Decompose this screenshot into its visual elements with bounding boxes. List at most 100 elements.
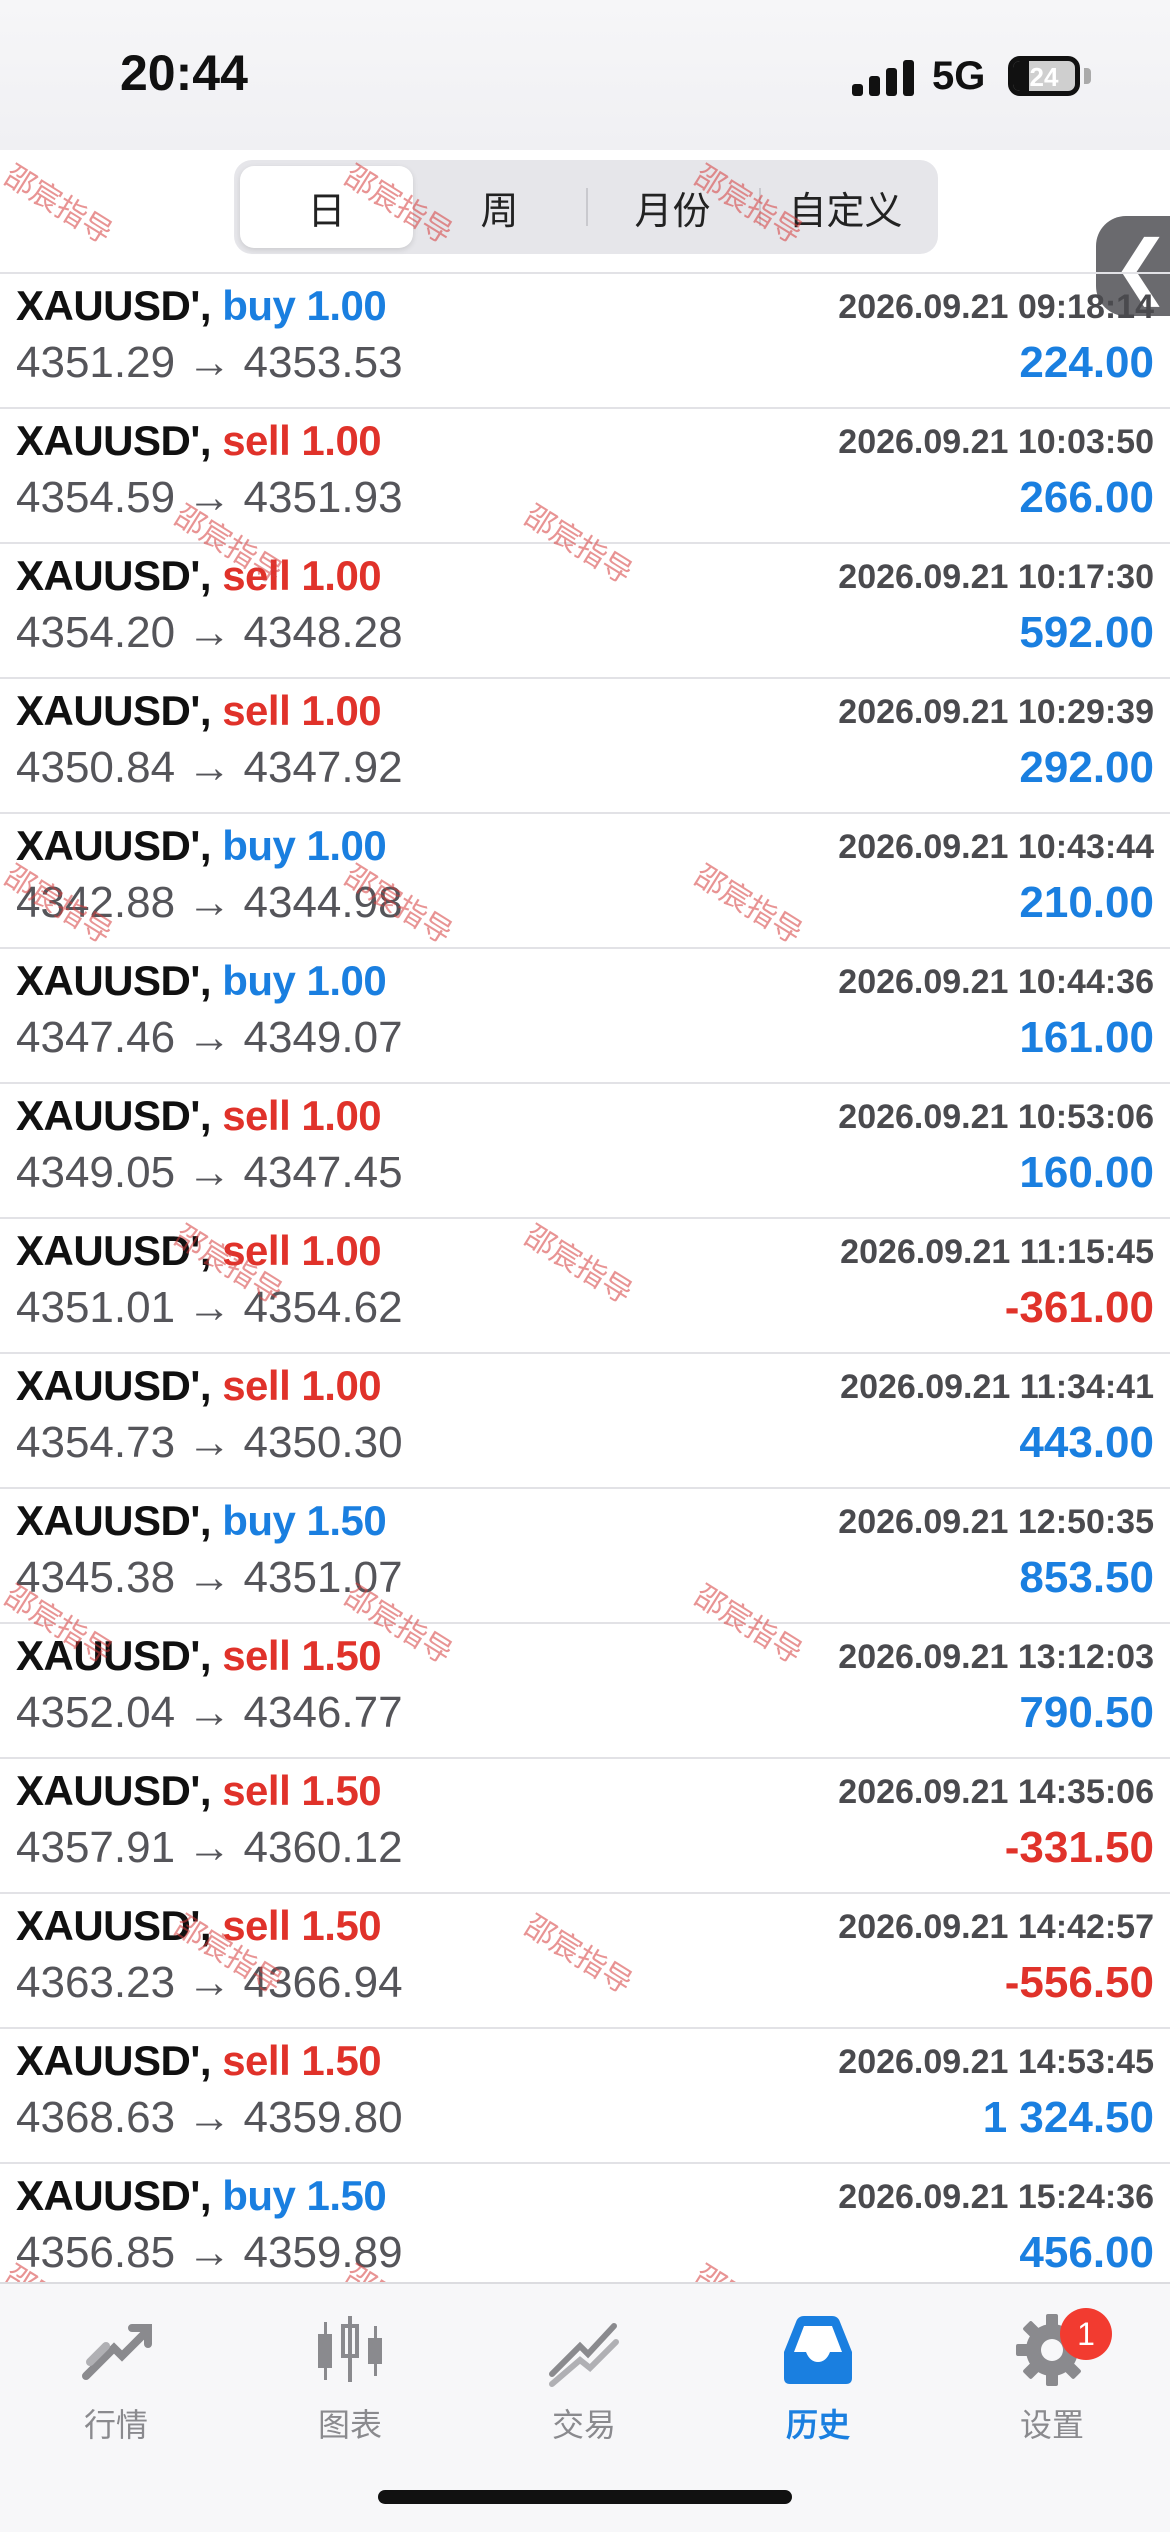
- order-symbol-line: XAUUSD', sell 1.00: [16, 417, 382, 465]
- order-side: buy: [222, 822, 296, 869]
- order-profit: 443.00: [1019, 1418, 1154, 1467]
- order-volume: 1.00: [306, 282, 387, 329]
- order-row[interactable]: XAUUSD', sell 1.50 2026.09.21 13:12:03 435…: [0, 1624, 1170, 1759]
- order-row[interactable]: XAUUSD', sell 1.50 2026.09.21 14:53:45 436…: [0, 2029, 1170, 2164]
- home-indicator[interactable]: [378, 2490, 792, 2504]
- battery-icon: 24: [1008, 56, 1080, 96]
- order-time: 2026.09.21 15:24:36: [838, 2178, 1154, 2216]
- order-profit: 160.00: [1019, 1148, 1154, 1197]
- order-symbol-line: XAUUSD', sell 1.50: [16, 1902, 382, 1950]
- order-side: sell: [222, 1362, 291, 1409]
- order-row[interactable]: XAUUSD', buy 1.00 2026.09.21 09:18:14 4351…: [0, 274, 1170, 409]
- order-row[interactable]: XAUUSD', sell 1.00 2026.09.21 10:17:30 435…: [0, 544, 1170, 679]
- order-volume: 1.50: [301, 2037, 382, 2084]
- order-symbol-line: XAUUSD', sell 1.00: [16, 552, 382, 600]
- network-type: 5G: [932, 54, 986, 98]
- order-symbol: XAUUSD',: [16, 957, 212, 1004]
- order-side: sell: [222, 687, 291, 734]
- order-symbol-line: XAUUSD', buy 1.00: [16, 282, 387, 330]
- battery-tip: [1084, 68, 1091, 84]
- order-symbol-line: XAUUSD', sell 1.00: [16, 1227, 382, 1275]
- nav-settings-label: 设置: [1019, 2407, 1084, 2443]
- order-prices: 4354.20 → 4348.28: [16, 608, 403, 657]
- order-symbol-line: XAUUSD', sell 1.00: [16, 1362, 382, 1410]
- order-profit: 456.00: [1019, 2228, 1154, 2277]
- tab-custom[interactable]: 自定义: [759, 166, 932, 248]
- order-volume: 1.00: [301, 1227, 382, 1274]
- order-side: buy: [222, 1497, 296, 1544]
- order-time: 2026.09.21 11:34:41: [840, 1368, 1154, 1406]
- order-row[interactable]: XAUUSD', sell 1.00 2026.09.21 10:29:39 435…: [0, 679, 1170, 814]
- cellular-signal-icon: [852, 58, 914, 96]
- order-prices: 4350.84 → 4347.92: [16, 743, 403, 792]
- order-prices: 4357.91 → 4360.12: [16, 1823, 403, 1872]
- nav-settings[interactable]: 1 设置: [972, 2304, 1132, 2444]
- order-symbol: XAUUSD',: [16, 1092, 212, 1139]
- order-side: sell: [222, 1902, 291, 1949]
- nav-trade-label: 交易: [551, 2407, 616, 2443]
- order-profit: -331.50: [1004, 1823, 1154, 1872]
- order-volume: 1.00: [301, 1362, 382, 1409]
- battery-level: 24: [1029, 62, 1059, 92]
- order-row[interactable]: XAUUSD', sell 1.50 2026.09.21 14:35:06 435…: [0, 1759, 1170, 1894]
- order-side: buy: [222, 2172, 296, 2219]
- order-row[interactable]: XAUUSD', sell 1.00 2026.09.21 10:53:06 434…: [0, 1084, 1170, 1219]
- order-row[interactable]: XAUUSD', sell 1.00 2026.09.21 11:15:45 435…: [0, 1219, 1170, 1354]
- order-time: 2026.09.21 10:03:50: [838, 423, 1154, 461]
- tab-week[interactable]: 周: [413, 166, 586, 248]
- order-volume: 1.50: [301, 1767, 382, 1814]
- nav-charts[interactable]: 图表: [270, 2304, 430, 2444]
- order-prices: 4354.59 → 4351.93: [16, 473, 403, 522]
- order-volume: 1.00: [301, 417, 382, 464]
- order-profit: 853.50: [1019, 1553, 1154, 1602]
- order-symbol-line: XAUUSD', sell 1.50: [16, 2037, 382, 2085]
- order-symbol-line: XAUUSD', buy 1.50: [16, 2172, 387, 2220]
- order-side: buy: [222, 957, 296, 1004]
- nav-charts-label: 图表: [317, 2407, 382, 2443]
- tab-month[interactable]: 月份: [586, 166, 759, 248]
- order-profit: -361.00: [1004, 1283, 1154, 1332]
- order-time: 2026.09.21 12:50:35: [838, 1503, 1154, 1541]
- nav-trade[interactable]: 交易: [504, 2304, 664, 2444]
- order-symbol-line: XAUUSD', sell 1.50: [16, 1632, 382, 1680]
- order-symbol: XAUUSD',: [16, 687, 212, 734]
- order-time: 2026.09.21 14:53:45: [838, 2043, 1154, 2081]
- order-profit: 161.00: [1019, 1013, 1154, 1062]
- order-symbol: XAUUSD',: [16, 1632, 212, 1679]
- notification-badge: 1: [1060, 2308, 1112, 2360]
- order-side: sell: [222, 2037, 291, 2084]
- tab-day[interactable]: 日: [240, 166, 413, 248]
- nav-quotes[interactable]: 行情: [36, 2304, 196, 2444]
- order-row[interactable]: XAUUSD', buy 1.00 2026.09.21 10:44:36 4347…: [0, 949, 1170, 1084]
- order-time: 2026.09.21 14:35:06: [838, 1773, 1154, 1811]
- order-symbol: XAUUSD',: [16, 2172, 212, 2219]
- order-row[interactable]: XAUUSD', sell 1.00 2026.09.21 10:03:50 435…: [0, 409, 1170, 544]
- order-side: buy: [222, 282, 296, 329]
- order-time: 2026.09.21 10:53:06: [838, 1098, 1154, 1136]
- order-time: 2026.09.21 10:29:39: [838, 693, 1154, 731]
- order-volume: 1.00: [306, 957, 387, 1004]
- nav-history[interactable]: 历史: [738, 2304, 898, 2444]
- order-symbol: XAUUSD',: [16, 552, 212, 599]
- watermark-text: 邵宸指导: [0, 158, 119, 252]
- order-time: 2026.09.21 13:12:03: [838, 1638, 1154, 1676]
- order-time: 2026.09.21 14:42:57: [838, 1908, 1154, 1946]
- order-volume: 1.00: [301, 552, 382, 599]
- order-symbol-line: XAUUSD', buy 1.00: [16, 957, 387, 1005]
- order-row[interactable]: XAUUSD', buy 1.50 2026.09.21 15:24:36 4356…: [0, 2164, 1170, 2299]
- order-symbol: XAUUSD',: [16, 822, 212, 869]
- order-profit: 592.00: [1019, 608, 1154, 657]
- nav-quotes-label: 行情: [83, 2407, 148, 2443]
- order-profit: 224.00: [1019, 338, 1154, 387]
- order-profit: 292.00: [1019, 743, 1154, 792]
- order-volume: 1.50: [306, 1497, 387, 1544]
- order-symbol-line: XAUUSD', sell 1.00: [16, 1092, 382, 1140]
- order-volume: 1.50: [301, 1632, 382, 1679]
- order-row[interactable]: XAUUSD', sell 1.50 2026.09.21 14:42:57 436…: [0, 1894, 1170, 2029]
- order-row[interactable]: XAUUSD', sell 1.00 2026.09.21 11:34:41 435…: [0, 1354, 1170, 1489]
- order-prices: 4349.05 → 4347.45: [16, 1148, 403, 1197]
- order-row[interactable]: XAUUSD', buy 1.50 2026.09.21 12:50:35 4345…: [0, 1489, 1170, 1624]
- order-row[interactable]: XAUUSD', buy 1.00 2026.09.21 10:43:44 4342…: [0, 814, 1170, 949]
- order-symbol: XAUUSD',: [16, 2037, 212, 2084]
- order-symbol: XAUUSD',: [16, 417, 212, 464]
